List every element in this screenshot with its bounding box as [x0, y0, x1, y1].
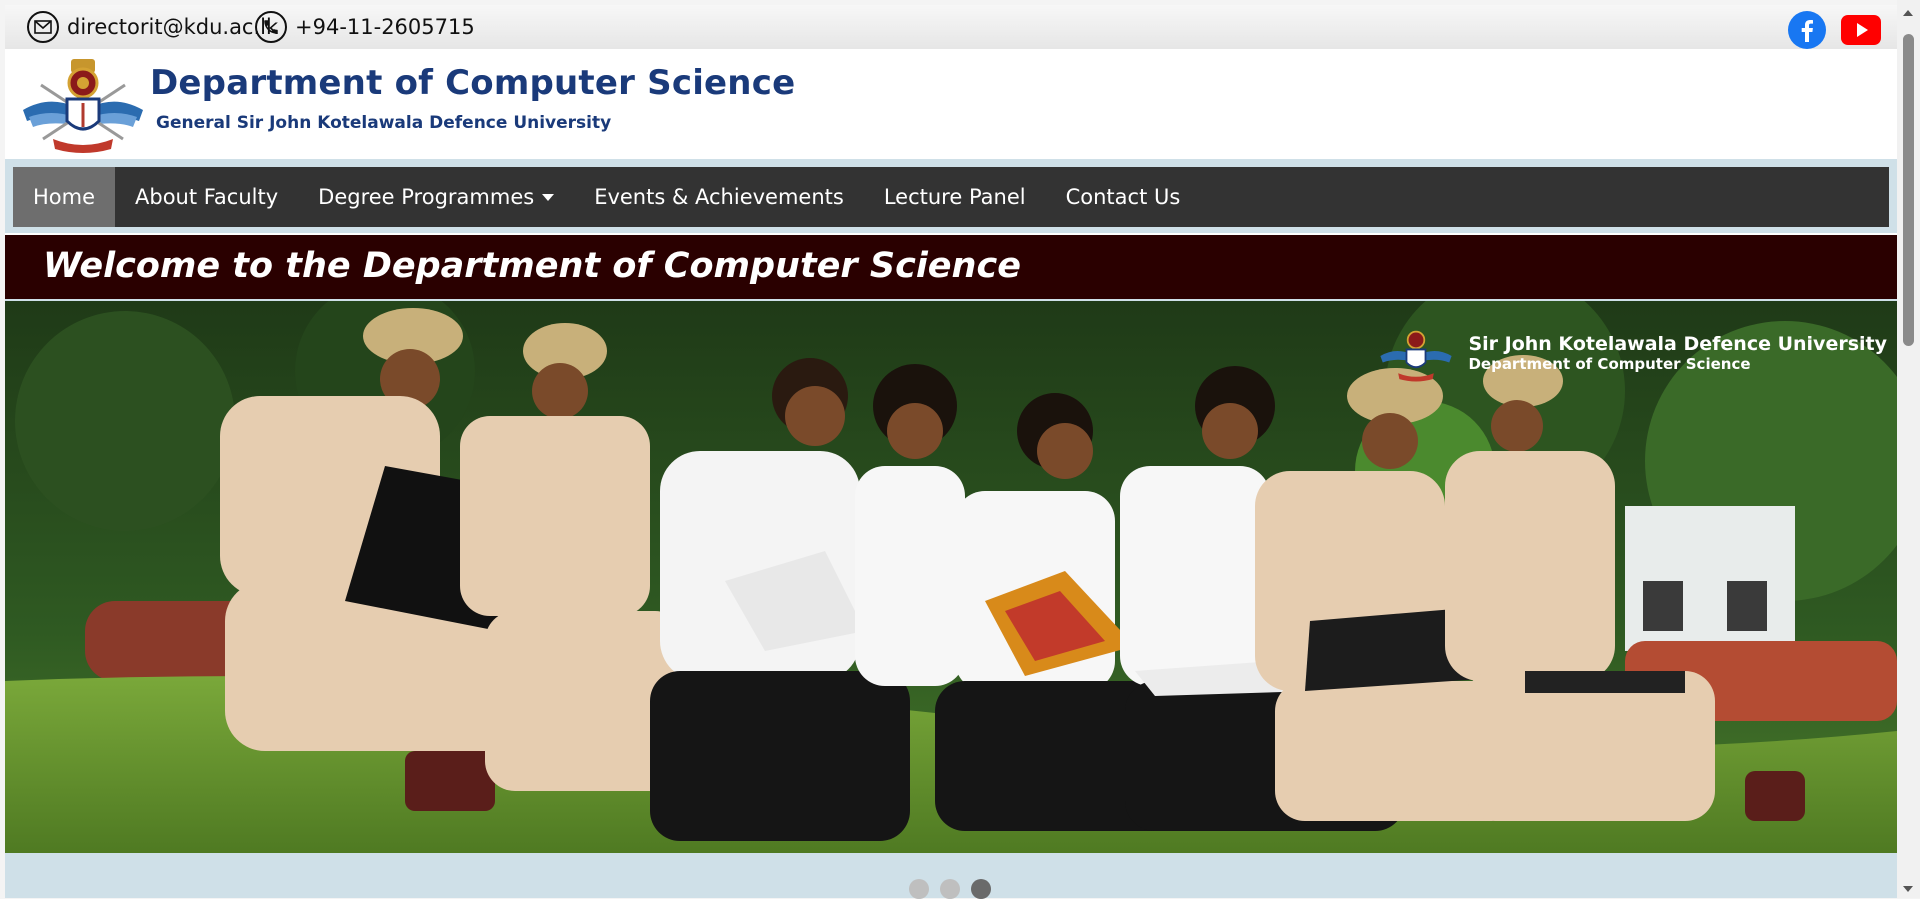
university-subtitle: General Sir John Kotelawala Defence Univ…	[156, 113, 612, 133]
nav-home[interactable]: Home	[13, 167, 116, 227]
main-nav: Home About Faculty Degree Programmes Eve…	[13, 167, 1889, 227]
caret-down-icon[interactable]	[542, 193, 555, 201]
carousel-dot-2[interactable]	[940, 879, 960, 899]
kdu-crest-logo[interactable]	[19, 55, 147, 155]
site-header: Department of Computer Science General S…	[5, 49, 1897, 159]
scroll-up-arrow-icon[interactable]	[1903, 10, 1913, 16]
hero-brand-department: Department of Computer Science	[1468, 355, 1751, 373]
nav-events-achievements[interactable]: Events & Achievements	[574, 167, 864, 227]
carousel-indicators	[5, 853, 1897, 899]
scroll-down-arrow-icon[interactable]	[1903, 886, 1913, 892]
hero-brand: Sir John Kotelawala Defence University D…	[1378, 323, 1887, 383]
students-with-laptops-photo	[5, 301, 1897, 853]
nav-degree-programmes-label[interactable]: Degree Programmes	[318, 185, 534, 209]
phone-icon	[255, 11, 287, 43]
nav-home-label[interactable]: Home	[33, 185, 95, 209]
phone-text[interactable]: +94-11-2605715	[295, 15, 475, 39]
welcome-banner: Welcome to the Department of Computer Sc…	[5, 233, 1897, 299]
nav-wrapper: Home About Faculty Degree Programmes Eve…	[5, 159, 1897, 233]
nav-about-faculty[interactable]: About Faculty	[115, 167, 298, 227]
nav-events-label[interactable]: Events & Achievements	[594, 185, 844, 209]
scrollbar-thumb[interactable]	[1903, 34, 1914, 346]
kdu-crest-small-icon	[1380, 330, 1453, 382]
top-contact-bar: directorit@kdu.ac.lk +94-11-2605715	[5, 5, 1897, 49]
youtube-icon[interactable]	[1841, 15, 1881, 45]
nav-lecture-panel[interactable]: Lecture Panel	[864, 167, 1046, 227]
phone-contact[interactable]: +94-11-2605715	[255, 11, 475, 43]
nav-contact-us[interactable]: Contact Us	[1046, 167, 1201, 227]
vertical-scrollbar[interactable]	[1897, 0, 1920, 898]
facebook-icon[interactable]	[1788, 11, 1826, 49]
email-text[interactable]: directorit@kdu.ac.lk	[67, 15, 278, 39]
page: directorit@kdu.ac.lk +94-11-2605715 Depa…	[5, 5, 1897, 899]
envelope-icon	[27, 11, 59, 43]
email-contact[interactable]: directorit@kdu.ac.lk	[27, 11, 278, 43]
nav-lecture-panel-label[interactable]: Lecture Panel	[884, 185, 1026, 209]
carousel-dot-3[interactable]	[971, 879, 991, 899]
nav-contact-us-label[interactable]: Contact Us	[1066, 185, 1181, 209]
nav-degree-programmes[interactable]: Degree Programmes	[298, 167, 574, 227]
welcome-text: Welcome to the Department of Computer Sc…	[43, 246, 1021, 286]
carousel-dot-1[interactable]	[909, 879, 929, 899]
department-title: Department of Computer Science	[150, 63, 796, 103]
nav-about-faculty-label[interactable]: About Faculty	[135, 185, 278, 209]
hero-slide[interactable]: Sir John Kotelawala Defence University D…	[5, 301, 1897, 853]
hero-brand-university: Sir John Kotelawala Defence University	[1468, 333, 1887, 355]
